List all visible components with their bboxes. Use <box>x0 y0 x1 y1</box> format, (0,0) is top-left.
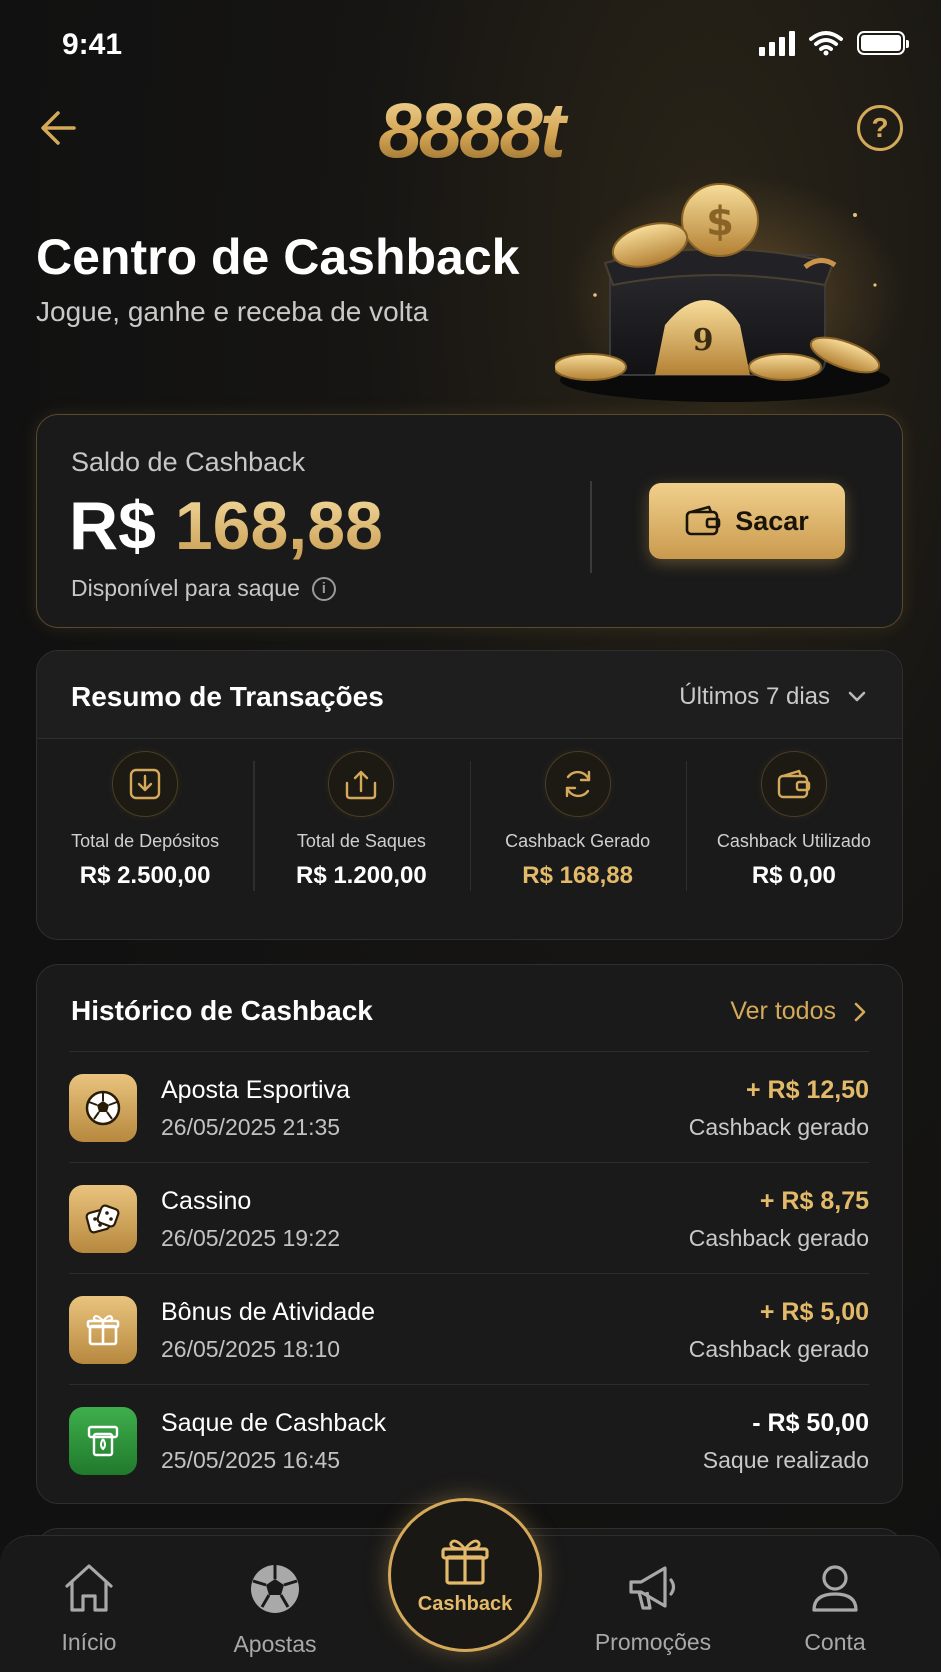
history-item[interactable]: Saque de Cashback 25/05/2025 16:45 - R$ … <box>69 1384 869 1495</box>
period-dropdown[interactable]: Últimos 7 dias <box>679 683 866 711</box>
megaphone-icon <box>629 1566 676 1610</box>
divider <box>590 481 592 573</box>
info-icon[interactable]: i <box>311 576 336 601</box>
withdraw-button[interactable]: Sacar <box>649 483 845 559</box>
balance-currency: R$ <box>69 488 156 564</box>
history-item-status: Cashback gerado <box>688 1336 869 1362</box>
chevron-right-icon <box>854 1002 866 1021</box>
period-value: Últimos 7 dias <box>679 683 830 710</box>
history-item[interactable]: Bônus de Atividade 26/05/2025 18:10 + R$… <box>69 1273 869 1384</box>
status-icons <box>759 30 909 56</box>
stat-value: R$ 168,88 <box>522 862 633 889</box>
history-item-name: Cassino <box>161 1187 252 1215</box>
history-item-date: 26/05/2025 19:22 <box>161 1225 341 1251</box>
history-item-amount: - R$ 50,00 <box>752 1409 869 1437</box>
gift-icon <box>69 1296 137 1364</box>
svg-text:$: $ <box>706 199 734 245</box>
cash-out-icon <box>69 1407 137 1475</box>
wifi-icon <box>809 31 843 56</box>
nav-label: Conta <box>804 1629 866 1655</box>
summary-header: Resumo de Transações Últimos 7 dias <box>37 651 902 739</box>
nav-item-promocoes[interactable]: Promoções <box>578 1562 728 1656</box>
balance-amount: R$ 168,88 <box>69 487 383 565</box>
balance-note-text: Disponível para saque <box>71 575 300 601</box>
history-item-status: Saque realizado <box>702 1447 869 1473</box>
history-item-name: Bônus de Atividade <box>161 1298 376 1326</box>
history-item-amount: + R$ 5,00 <box>759 1298 869 1326</box>
stat-label: Cashback Utilizado <box>716 831 871 851</box>
nav-item-cashback[interactable]: Cashback <box>388 1498 542 1652</box>
nav-label: Cashback <box>417 1592 513 1615</box>
home-icon <box>65 1564 113 1612</box>
transactions-summary-card: Resumo de Transações Últimos 7 dias Tota… <box>36 650 903 940</box>
soccer-ball-icon <box>251 1565 299 1613</box>
history-item-name: Aposta Esportiva <box>161 1076 350 1104</box>
nav-item-conta[interactable]: Conta <box>760 1562 910 1656</box>
cashback-balance-card: Saldo de Cashback R$ 168,88 Disponível p… <box>36 414 903 628</box>
history-item[interactable]: Aposta Esportiva 26/05/2025 21:35 + R$ 1… <box>69 1051 869 1162</box>
history-item-date: 26/05/2025 21:35 <box>161 1114 341 1140</box>
stat-cashback-generated: Cashback Gerado R$ 168,88 <box>469 751 686 921</box>
summary-stats: Total de Depósitos R$ 2.500,00 Total de … <box>37 751 902 921</box>
signal-icon <box>759 30 795 56</box>
refresh-icon <box>544 751 611 817</box>
help-button[interactable]: ? <box>857 105 903 151</box>
stat-value: R$ 1.200,00 <box>295 862 427 889</box>
status-bar: 9:41 <box>0 0 941 90</box>
nav-item-inicio[interactable]: Início <box>14 1562 164 1656</box>
nav-label: Início <box>61 1629 117 1655</box>
stat-cashback-used: Cashback Utilizado R$ 0,00 <box>685 751 902 921</box>
nav-label: Apostas <box>233 1631 317 1657</box>
balance-note: Disponível para saque i <box>71 575 336 602</box>
view-all-label: Ver todos <box>730 997 836 1025</box>
stat-value: R$ 0,00 <box>751 862 836 889</box>
deposit-icon <box>112 751 179 817</box>
user-icon <box>812 1565 858 1612</box>
dice-icon <box>69 1185 137 1253</box>
history-item[interactable]: Cassino 26/05/2025 19:22 + R$ 8,75 Cashb… <box>69 1162 869 1273</box>
stat-deposits: Total de Depósitos R$ 2.500,00 <box>37 751 253 921</box>
nav-label: Promoções <box>594 1629 712 1655</box>
gift-icon <box>441 1539 489 1585</box>
balance-value: 168,88 <box>174 488 383 564</box>
history-item-name: Saque de Cashback <box>161 1409 387 1437</box>
page-title: Centro de Cashback <box>36 229 520 285</box>
page-subtitle: Jogue, ganhe e receba de volta <box>36 296 429 327</box>
stat-value: R$ 2.500,00 <box>79 862 211 889</box>
svg-text:9: 9 <box>693 323 714 358</box>
history-item-amount: + R$ 12,50 <box>745 1076 869 1104</box>
brand-logo: 8888t <box>0 85 941 176</box>
chevron-down-icon <box>848 691 866 702</box>
battery-icon <box>857 31 909 55</box>
view-all-link[interactable]: Ver todos <box>730 997 866 1026</box>
soccer-ball-icon <box>69 1074 137 1142</box>
history-item-status: Cashback gerado <box>688 1114 869 1140</box>
history-list: Aposta Esportiva 26/05/2025 21:35 + R$ 1… <box>69 1051 869 1495</box>
history-item-date: 26/05/2025 18:10 <box>161 1336 341 1362</box>
nav-item-apostas[interactable]: Apostas <box>200 1562 350 1658</box>
summary-title: Resumo de Transações <box>71 681 384 712</box>
app-header: 8888t ? <box>0 85 941 175</box>
question-mark-icon: ? <box>871 112 889 143</box>
history-item-date: 25/05/2025 16:45 <box>161 1447 341 1473</box>
withdraw-icon <box>328 751 395 817</box>
withdraw-button-label: Sacar <box>735 505 809 536</box>
status-time: 9:41 <box>62 28 123 61</box>
stat-withdrawals: Total de Saques R$ 1.200,00 <box>253 751 469 921</box>
history-title: Histórico de Cashback <box>71 995 373 1026</box>
wallet-icon <box>760 751 827 817</box>
cashback-history-card: Histórico de Cashback Ver todos Aposta E… <box>36 964 903 1504</box>
cashback-screen: 9:41 8888t ? Centro de Cashback Jogue, g… <box>0 0 941 1672</box>
stat-label: Total de Depósitos <box>71 831 220 851</box>
history-item-amount: + R$ 8,75 <box>759 1187 869 1215</box>
wallet-icon <box>685 505 721 536</box>
stat-label: Cashback Gerado <box>505 831 651 851</box>
treasure-chest-coins-illustration: 9 $ <box>555 175 905 415</box>
history-item-status: Cashback gerado <box>688 1225 869 1251</box>
balance-label: Saldo de Cashback <box>71 447 306 477</box>
stat-label: Total de Saques <box>296 831 426 851</box>
